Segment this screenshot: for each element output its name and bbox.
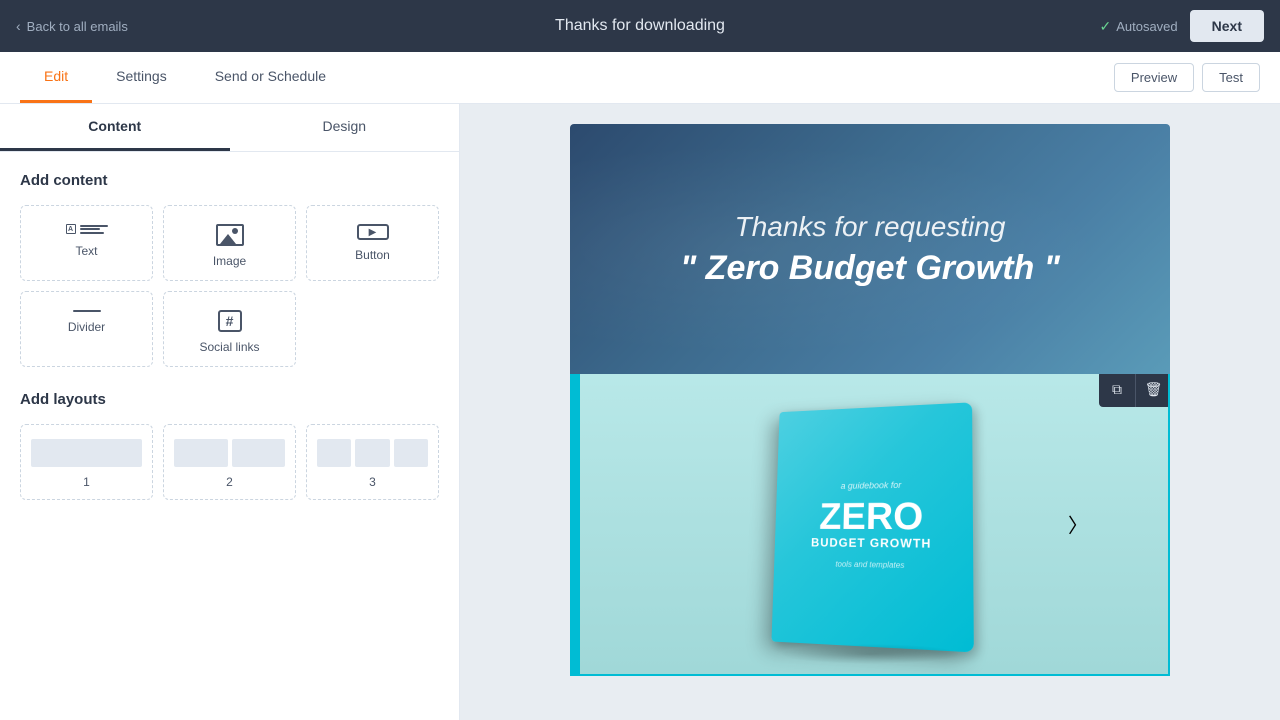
layout-card-3[interactable]: 3 [306, 424, 439, 500]
copy-icon: ⧉ [1112, 381, 1122, 398]
preview-button[interactable]: Preview [1114, 63, 1194, 92]
content-card-button[interactable]: ▶ Button [306, 205, 439, 281]
layout-preview-3 [317, 439, 428, 467]
panel-tab-content[interactable]: Content [0, 104, 230, 151]
cursor-indicator: 〉 [1068, 510, 1088, 539]
delete-block-button[interactable]: 🗑 [1135, 374, 1170, 407]
main-area: Content Design Add content A [0, 104, 1280, 720]
next-button[interactable]: Next [1190, 10, 1264, 42]
book-block[interactable]: ⧉ 🗑 [570, 374, 1170, 676]
main-tabs: Edit Settings Send or Schedule [20, 52, 350, 103]
button-icon: ▶ [357, 224, 389, 240]
layout-3-label: 3 [369, 475, 376, 489]
layout-grid: 1 2 3 [20, 424, 439, 500]
panel-tab-design[interactable]: Design [230, 104, 460, 151]
layout-card-2[interactable]: 2 [163, 424, 296, 500]
book-cover: a guidebook for ZERO BUDGET GROWTH tools… [771, 402, 973, 652]
check-icon: ✓ [1099, 18, 1111, 35]
content-button-label: Button [355, 248, 390, 262]
email-header-block: Thanks for requesting " Zero Budget Grow… [570, 124, 1170, 374]
tab-edit[interactable]: Edit [20, 52, 92, 103]
secondary-nav: Edit Settings Send or Schedule Preview T… [0, 52, 1280, 104]
nav-actions: Preview Test [1114, 63, 1260, 92]
header-text: Thanks for requesting " Zero Budget Grow… [660, 191, 1080, 308]
back-arrow-icon: ‹ [16, 18, 21, 34]
back-label: Back to all emails [27, 19, 128, 34]
content-card-social[interactable]: # Social links [163, 291, 296, 367]
email-canvas: Thanks for requesting " Zero Budget Grow… [570, 124, 1170, 700]
layout-preview-1 [31, 439, 142, 467]
trash-icon: 🗑 [1145, 381, 1163, 398]
content-card-text[interactable]: A Text [20, 205, 153, 281]
layout-card-1[interactable]: 1 [20, 424, 153, 500]
add-content-title: Add content [20, 172, 439, 189]
content-card-image[interactable]: Image [163, 205, 296, 281]
panel-tabs: Content Design [0, 104, 459, 152]
book-tagline: a guidebook for [841, 479, 902, 490]
content-text-label: Text [75, 244, 97, 258]
add-layouts-title: Add layouts [20, 391, 439, 408]
float-toolbar: ⧉ 🗑 [1099, 374, 1170, 407]
content-image-label: Image [213, 254, 246, 268]
header-line1: Thanks for requesting [680, 211, 1060, 243]
book-shadow [780, 644, 960, 664]
top-nav: ‹ Back to all emails Thanks for download… [0, 0, 1280, 52]
tab-settings[interactable]: Settings [92, 52, 191, 103]
book-subtitle: tools and templates [835, 559, 904, 569]
text-icon: A [66, 224, 108, 236]
content-card-divider[interactable]: Divider [20, 291, 153, 367]
book-title-sub: BUDGET GROWTH [811, 535, 932, 550]
test-button[interactable]: Test [1202, 63, 1260, 92]
back-to-emails-link[interactable]: ‹ Back to all emails [16, 18, 128, 34]
layout-2-label: 2 [226, 475, 233, 489]
content-grid: A Text [20, 205, 439, 367]
content-social-label: Social links [199, 340, 259, 354]
autosaved-status: ✓ Autosaved [1099, 18, 1177, 35]
social-links-icon: # [218, 310, 242, 332]
page-title: Thanks for downloading [555, 17, 725, 35]
tab-send-or-schedule[interactable]: Send or Schedule [191, 52, 350, 103]
canvas-area: Thanks for requesting " Zero Budget Grow… [460, 104, 1280, 720]
book-block-inner: a guidebook for ZERO BUDGET GROWTH tools… [572, 374, 1168, 674]
autosaved-label: Autosaved [1116, 19, 1177, 34]
content-divider-label: Divider [68, 320, 105, 334]
image-icon [216, 224, 244, 246]
layout-preview-2 [174, 439, 285, 467]
header-line2: " Zero Budget Growth " [680, 249, 1060, 288]
copy-block-button[interactable]: ⧉ [1099, 374, 1135, 407]
layout-1-label: 1 [83, 475, 90, 489]
left-panel: Content Design Add content A [0, 104, 460, 720]
divider-icon [73, 310, 101, 312]
nav-right: ✓ Autosaved Next [1099, 10, 1264, 42]
panel-content: Add content A [0, 152, 459, 520]
drag-handle[interactable] [570, 504, 578, 544]
book-title-main: ZERO [819, 497, 923, 536]
